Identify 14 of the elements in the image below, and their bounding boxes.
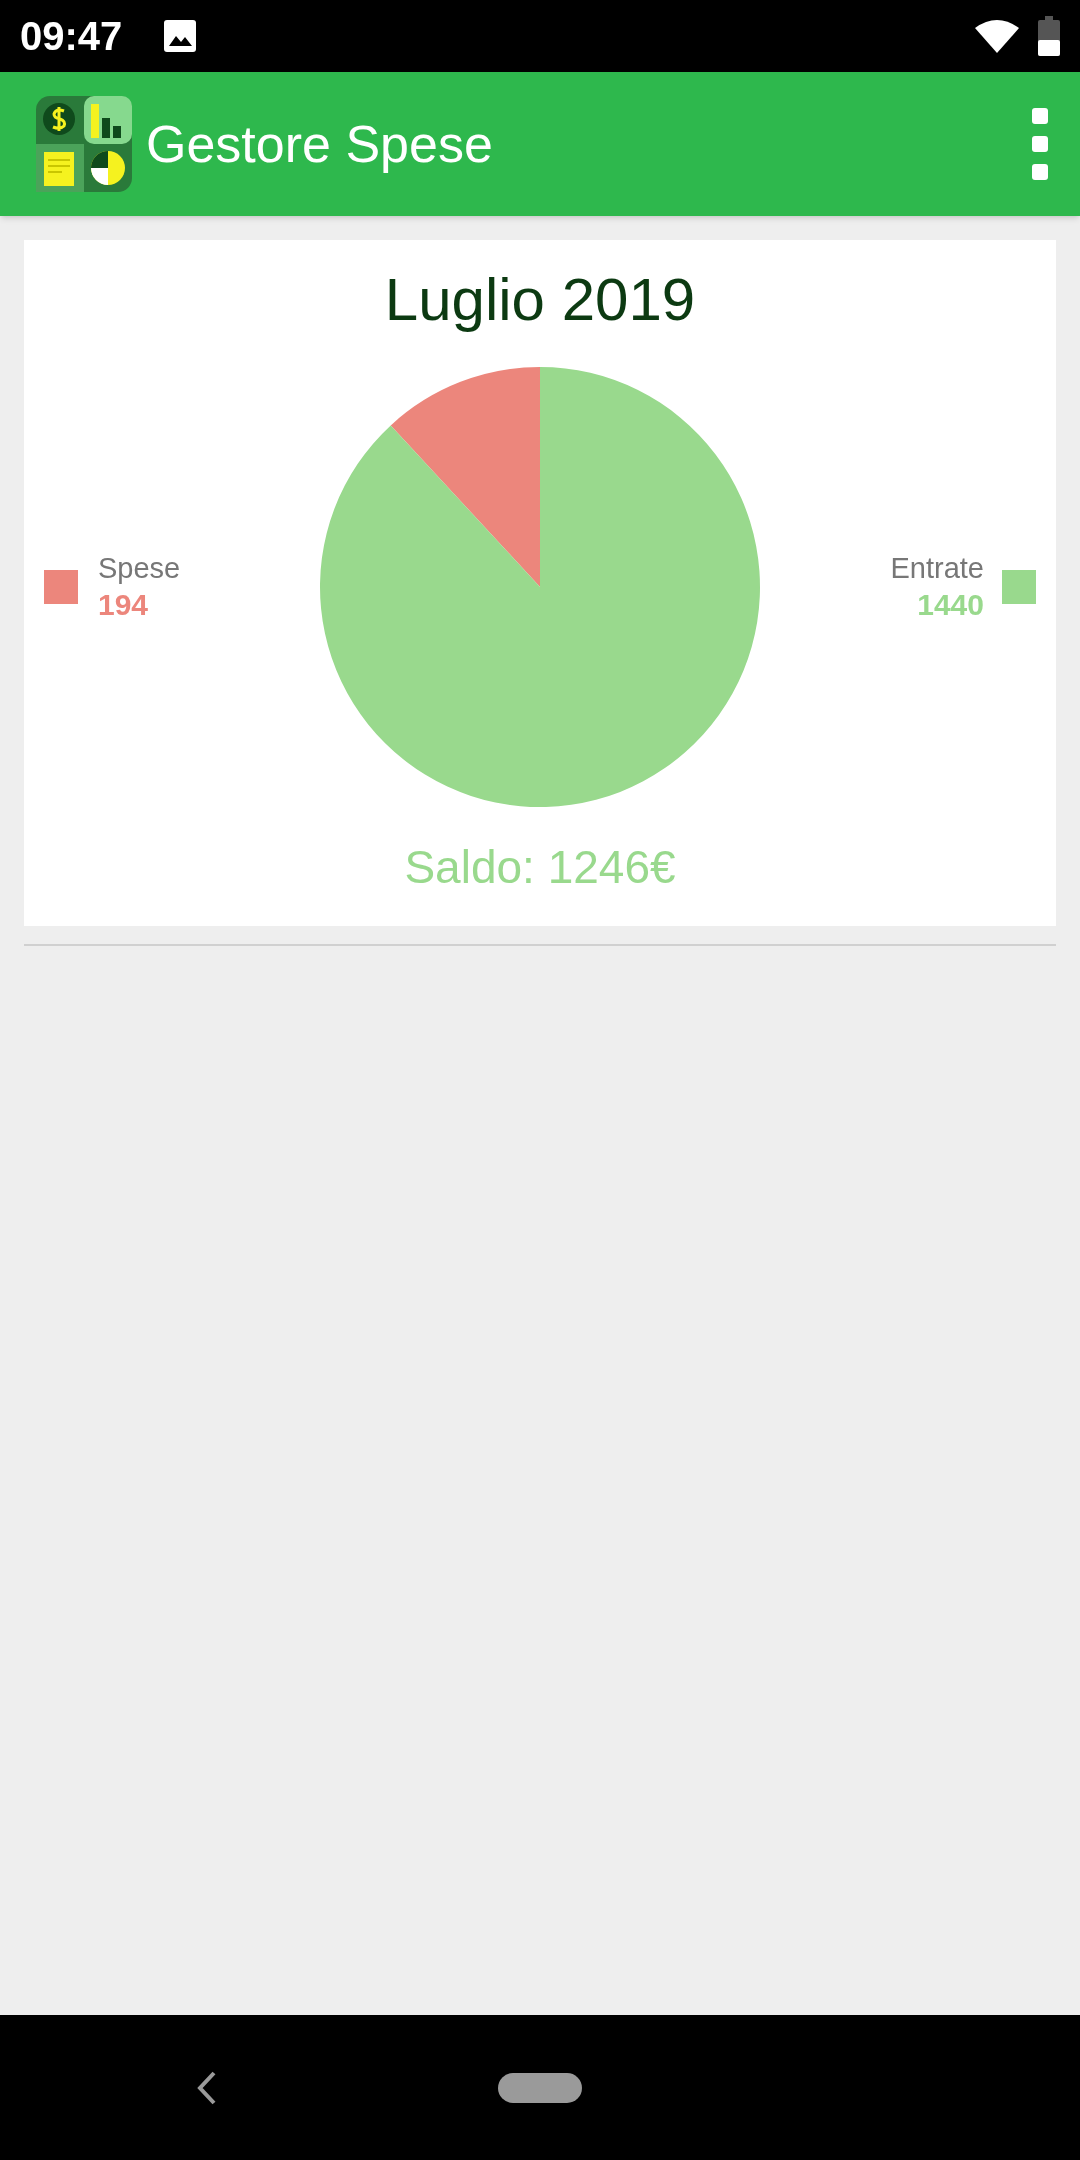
legend-label: Entrate	[890, 551, 984, 587]
back-icon[interactable]	[196, 2070, 218, 2105]
clock: 09:47	[20, 13, 123, 60]
legend-label: Spese	[98, 551, 181, 587]
legend-value: 194	[98, 587, 149, 624]
balance-text: Saldo: 1246€	[404, 844, 676, 890]
wifi-icon	[974, 18, 1020, 54]
month-title: Luglio 2019	[384, 270, 696, 330]
app-title: Gestore Spese	[146, 114, 493, 175]
legend-value: 1440	[917, 587, 984, 624]
battery-icon	[1038, 16, 1060, 56]
image-icon	[162, 18, 199, 54]
home-button[interactable]	[498, 2072, 582, 2103]
app-logo-icon	[36, 96, 132, 192]
